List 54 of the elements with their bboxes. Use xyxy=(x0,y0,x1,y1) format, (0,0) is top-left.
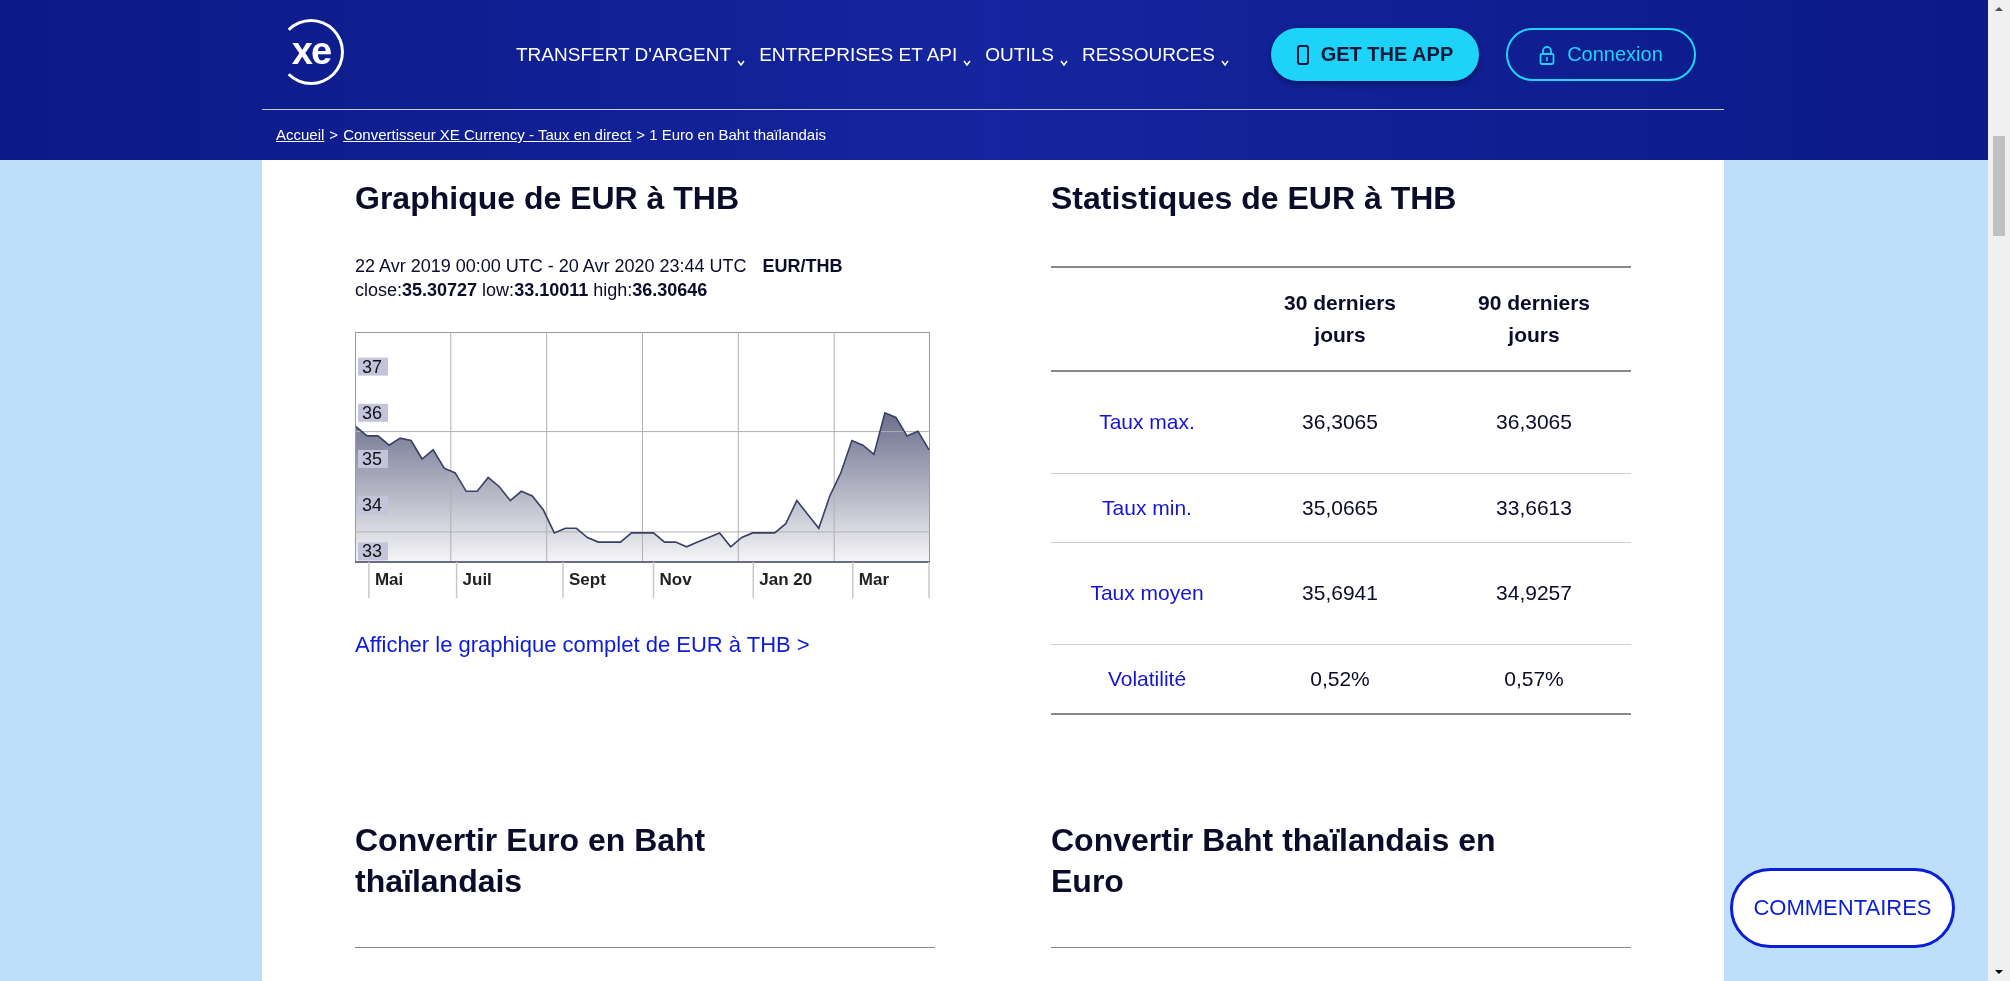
table-cell: 35,6941 xyxy=(1243,542,1437,645)
section-title: Statistiques de EUR à THB xyxy=(1051,179,1458,218)
nav-link[interactable]: TRANSFERT D'ARGENT xyxy=(516,43,732,66)
table-cell: 0,52% xyxy=(1243,644,1437,714)
row-label[interactable]: Taux min. xyxy=(1051,473,1243,543)
breadcrumb-current: > 1 Euro en Baht thaïlandais xyxy=(636,126,827,143)
table-cell: 34,9257 xyxy=(1437,542,1631,645)
breadcrumb-separator: > xyxy=(329,126,339,143)
nav-link[interactable]: OUTILS xyxy=(985,43,1054,66)
caret-icon[interactable] xyxy=(1059,59,1068,66)
rate-summary: close:35.30727 low:33.10011 high:36.30646 xyxy=(355,278,709,302)
axis-label: Nov xyxy=(659,570,692,590)
caret-icon[interactable] xyxy=(963,59,972,66)
get-app-button[interactable]: GET THE APP xyxy=(1270,28,1479,81)
axis-label: 36 xyxy=(362,403,383,423)
breadcrumb-link[interactable]: Convertisseur XE Currency - Taux en direct xyxy=(343,126,632,143)
table-cell: 0,57% xyxy=(1437,644,1631,714)
row-label[interactable]: Taux max. xyxy=(1051,370,1243,474)
axis-label: 37 xyxy=(362,356,383,377)
axis-label: Mai xyxy=(374,570,404,590)
table-cell: 33,6613 xyxy=(1437,473,1631,543)
table-cell: 36,3065 xyxy=(1437,370,1631,474)
section-title: Convertir Baht thaïlandais en Euro xyxy=(1051,820,1497,902)
axis-label: Sept xyxy=(569,570,606,590)
caret-icon[interactable] xyxy=(1220,59,1229,66)
feedback-button[interactable]: COMMENTAIRES xyxy=(1730,868,1955,948)
section-title: Convertir Euro en Baht thaïlandais xyxy=(355,820,707,902)
scroll-down-icon[interactable] xyxy=(1994,969,2004,975)
scroll-up-icon[interactable] xyxy=(1994,6,2004,12)
axis-label: Jan 20 xyxy=(759,570,813,590)
axis-label: Mar xyxy=(858,570,889,590)
row-label[interactable]: Taux moyen xyxy=(1051,542,1243,645)
caret-icon[interactable] xyxy=(737,59,746,66)
breadcrumb-link[interactable]: Accueil xyxy=(276,126,325,143)
date-range: 22 Avr 2019 00:00 UTC - 20 Avr 2020 23:44 UTC xyxy=(355,255,747,276)
phone-icon xyxy=(1296,44,1309,65)
axis-label: Juil xyxy=(462,570,492,590)
table-cell: 36,3065 xyxy=(1243,370,1437,474)
nav-link[interactable]: ENTREPRISES ET API xyxy=(759,43,958,66)
axis-label: 34 xyxy=(362,495,383,516)
login-button[interactable]: Connexion xyxy=(1505,28,1696,81)
lock-icon xyxy=(1539,44,1556,65)
axis-label: 35 xyxy=(362,449,383,470)
column-header: 90 derniers jours xyxy=(1437,266,1631,371)
chart-link[interactable]: Afficher le graphique complet de EUR à THB > xyxy=(355,632,810,659)
section-title: Graphique de EUR à THB xyxy=(355,179,741,218)
axis-label: 33 xyxy=(362,541,383,562)
table-cell: 35,0665 xyxy=(1243,473,1437,543)
scrollbar-thumb[interactable] xyxy=(1993,136,2005,236)
nav-link[interactable]: RESSOURCES xyxy=(1081,43,1215,66)
scrollbar[interactable] xyxy=(1988,0,2010,981)
currency-pair: EUR/THB xyxy=(762,255,843,276)
column-header: 30 derniers jours xyxy=(1243,266,1437,371)
row-label[interactable]: Volatilité xyxy=(1051,644,1243,714)
